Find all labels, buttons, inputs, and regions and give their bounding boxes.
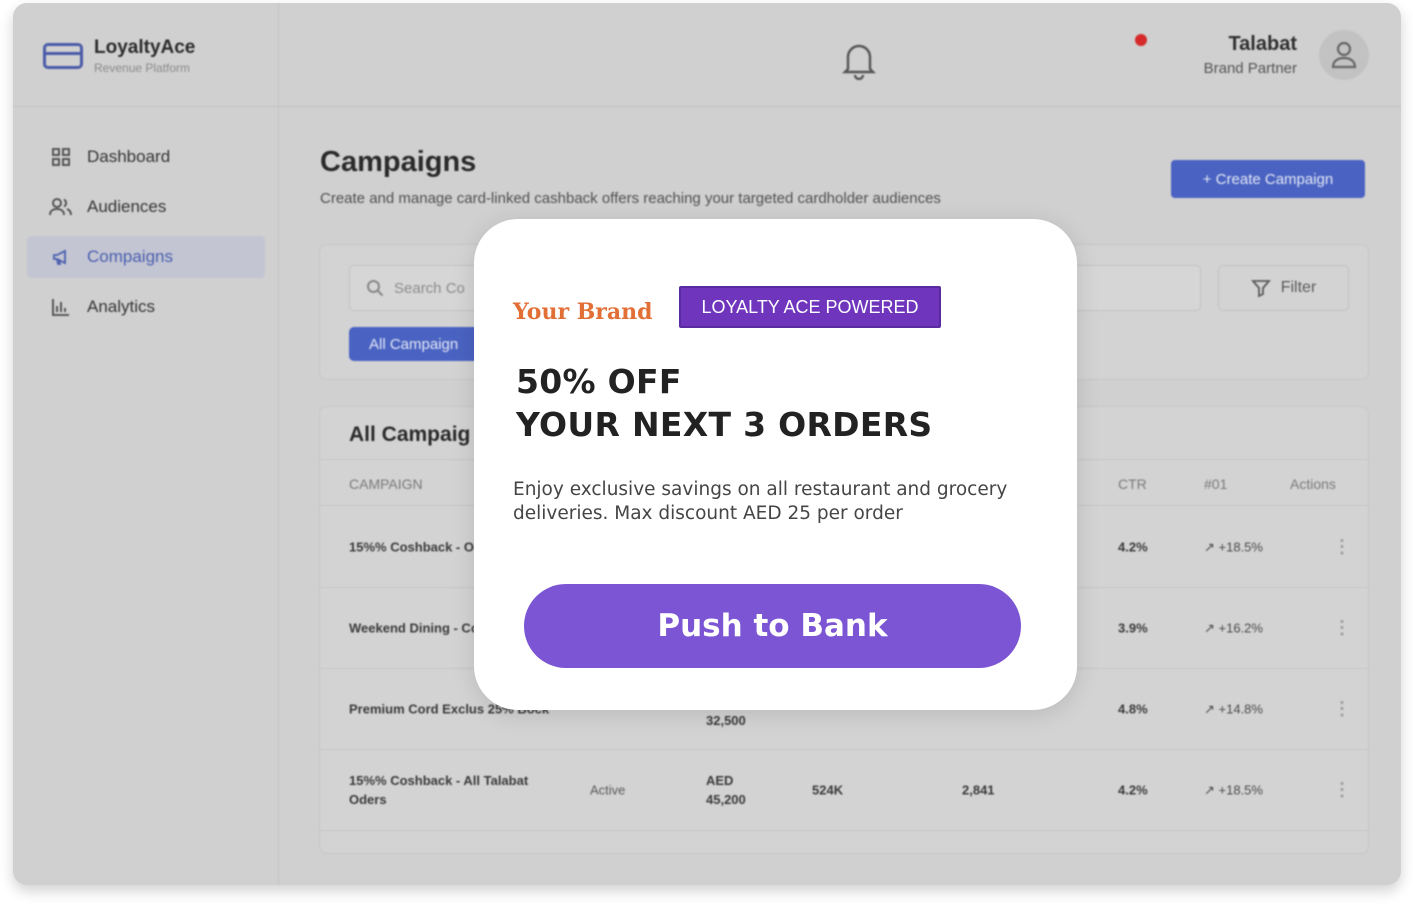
ctr-value: 4.2% xyxy=(1118,539,1148,555)
table-title: All Campaig xyxy=(349,423,471,446)
create-campaign-button[interactable]: + Create Campaign xyxy=(1171,160,1365,198)
search-placeholder: Search Co xyxy=(394,279,465,297)
column-header-ctr[interactable]: CTR xyxy=(1118,476,1147,492)
powered-by-badge: LOYALTY ACE POWERED xyxy=(679,286,941,328)
notification-dot xyxy=(1135,34,1147,46)
column-header-roi[interactable]: #01 xyxy=(1204,476,1227,492)
offer-headline: 50% OFF YOUR NEXT 3 ORDERS xyxy=(516,360,933,446)
filter-button[interactable]: Filter xyxy=(1218,265,1349,311)
brand-subtitle: Revenue Platform xyxy=(94,61,191,75)
campaign-name: 15%% Coshback - All Talabat Oders xyxy=(349,773,529,807)
credit-card-icon xyxy=(43,43,83,69)
grid-icon xyxy=(49,145,73,169)
headline-line-1: 50% OFF xyxy=(516,362,682,401)
user-name: Talabat xyxy=(1228,33,1297,55)
headline-line-2: YOUR NEXT 3 ORDERS xyxy=(516,405,933,444)
trend-up-icon: ↗ xyxy=(1204,620,1219,636)
divider xyxy=(13,106,278,107)
status-badge: Active xyxy=(590,782,626,798)
sidebar-item-audiences[interactable]: Audiences xyxy=(27,186,265,228)
more-options-icon[interactable]: ⋮ xyxy=(1333,618,1351,638)
brand-placeholder-text: Your Brand xyxy=(513,299,653,325)
roi-value: ↗ +18.5% xyxy=(1204,539,1263,555)
sidebar-item-label: Compaigns xyxy=(87,247,173,266)
filter-icon xyxy=(1250,280,1271,298)
user-info[interactable]: Talabat Brand Partner xyxy=(1204,33,1297,77)
roi-value: ↗ +16.2% xyxy=(1204,620,1263,636)
trend-up-icon: ↗ xyxy=(1204,539,1219,555)
user-role: Brand Partner xyxy=(1203,60,1297,77)
ctr-value: 4.8% xyxy=(1118,701,1148,717)
ctr-value: 3.9% xyxy=(1118,620,1148,636)
user-icon xyxy=(1331,41,1357,69)
more-options-icon[interactable]: ⋮ xyxy=(1333,699,1351,719)
column-header-campaign[interactable]: CAMPAIGN xyxy=(349,476,423,492)
ctr-value: 4.2% xyxy=(1118,782,1148,798)
offer-description: Enjoy exclusive savings on all restauran… xyxy=(513,479,1008,524)
brand-name: LoyaltyAce xyxy=(94,37,196,58)
search-icon xyxy=(367,280,384,297)
roi-value: ↗ +14.8% xyxy=(1204,701,1263,717)
filter-label: Filter xyxy=(1280,279,1317,296)
offer-preview-modal: Your Brand LOYALTY ACE POWERED 50% OFF Y… xyxy=(474,219,1077,710)
sidebar-item-label: Audiences xyxy=(87,197,167,216)
more-options-icon[interactable]: ⋮ xyxy=(1333,537,1351,557)
bell-icon[interactable] xyxy=(842,40,876,85)
bar-chart-icon xyxy=(49,295,73,319)
clicks-value: 2,841 xyxy=(962,782,995,798)
spend-value: AED 45,200 xyxy=(706,773,746,807)
trend-up-icon: ↗ xyxy=(1204,701,1219,717)
sidebar-item-analytics[interactable]: Analytics xyxy=(27,286,265,328)
sidebar-item-label: Dashboard xyxy=(87,147,171,166)
megaphone-icon xyxy=(49,245,73,269)
sidebar-item-dashboard[interactable]: Dashboard xyxy=(27,136,265,178)
trend-up-icon: ↗ xyxy=(1204,782,1219,798)
column-header-actions: Actions xyxy=(1290,476,1336,492)
brand-logo[interactable]: LoyaltyAce Revenue Platform xyxy=(43,37,195,75)
roi-value: ↗ +18.5% xyxy=(1204,782,1263,798)
page-subtitle: Create and manage card-linked cashback o… xyxy=(320,190,941,207)
table-row[interactable]: 15%% Coshback - All Talabat Oders Active… xyxy=(320,750,1368,831)
push-to-bank-button[interactable]: Push to Bank xyxy=(524,584,1021,668)
more-options-icon[interactable]: ⋮ xyxy=(1333,780,1351,800)
avatar[interactable] xyxy=(1319,30,1369,80)
reach-value: 524K xyxy=(812,782,844,798)
page-title: Campaigns xyxy=(320,146,477,178)
sidebar: LoyaltyAce Revenue Platform Dashboard Au… xyxy=(13,3,279,885)
sidebar-item-campaigns[interactable]: Compaigns xyxy=(27,236,265,278)
users-icon xyxy=(49,195,73,219)
spend-value: 32,500 xyxy=(706,713,746,728)
sidebar-item-label: Analytics xyxy=(87,297,156,316)
sidebar-nav: Dashboard Audiences Compaigns Analytics xyxy=(27,136,265,336)
